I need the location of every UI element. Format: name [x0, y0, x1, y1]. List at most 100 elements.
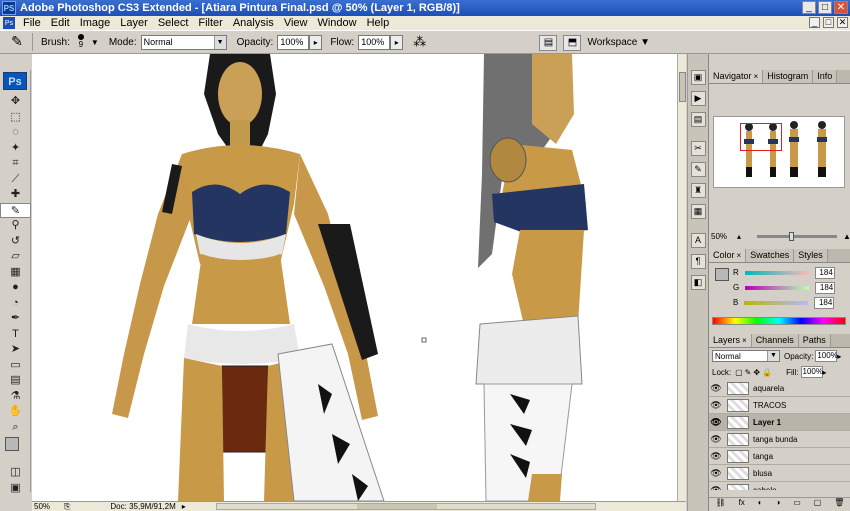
visibility-eye-icon[interactable]: 👁: [709, 434, 723, 445]
notes-tool-icon[interactable]: ▤: [0, 373, 31, 389]
vertical-scrollbar[interactable]: [677, 54, 686, 501]
visibility-eye-icon[interactable]: 👁: [709, 400, 723, 411]
doc-close-button[interactable]: ✕: [837, 17, 848, 28]
mode-select[interactable]: Normal ▼: [140, 34, 227, 50]
opacity-slider-button[interactable]: ▸: [309, 34, 323, 50]
color-foreground-swatch[interactable]: [715, 268, 729, 281]
history-icon[interactable]: ▣: [690, 70, 706, 85]
marquee-tool-icon[interactable]: ⬚: [0, 110, 31, 126]
history-brush-tool-icon[interactable]: ↺: [0, 234, 31, 250]
red-value[interactable]: 184: [814, 266, 835, 279]
document-canvas[interactable]: [32, 54, 677, 501]
stamp-icon[interactable]: ♜: [690, 183, 706, 198]
tab-histogram[interactable]: Histogram: [763, 70, 814, 83]
menu-file[interactable]: File: [18, 17, 46, 29]
visibility-eye-icon[interactable]: 👁: [709, 468, 723, 479]
type-tool-icon[interactable]: T: [0, 327, 31, 343]
status-icon[interactable]: ⎘: [64, 502, 70, 511]
dodge-tool-icon[interactable]: ◔: [0, 296, 31, 312]
actions-icon[interactable]: ▶: [690, 91, 706, 106]
menu-select[interactable]: Select: [153, 17, 194, 29]
blur-tool-icon[interactable]: ●: [0, 280, 31, 296]
layer-row[interactable]: 👁 TRACOS: [709, 397, 850, 414]
scroll-thumb[interactable]: [679, 72, 686, 102]
layer-opacity-input[interactable]: 100%: [815, 350, 838, 362]
eyedropper-tool-icon[interactable]: ⚗: [0, 389, 31, 405]
blue-value[interactable]: 184: [814, 296, 835, 309]
lock-icons[interactable]: ▢✎✥🔒: [735, 368, 774, 377]
clone-stamp-tool-icon[interactable]: ⚲: [0, 218, 31, 234]
menu-edit[interactable]: Edit: [46, 17, 75, 29]
tab-info[interactable]: Info: [813, 70, 838, 83]
lasso-tool-icon[interactable]: ◌: [0, 125, 31, 141]
screen-mode-icon[interactable]: ▣: [0, 481, 31, 497]
fill-input[interactable]: 100%: [800, 366, 823, 378]
tab-styles[interactable]: Styles: [794, 249, 828, 262]
navigator-view-box[interactable]: [740, 123, 782, 151]
tab-paths[interactable]: Paths: [798, 334, 831, 347]
layer-row[interactable]: 👁 aquarela: [709, 380, 850, 397]
menu-view[interactable]: View: [279, 17, 313, 29]
menu-layer[interactable]: Layer: [115, 17, 153, 29]
color-swatches[interactable]: [0, 435, 31, 465]
link-layers-icon[interactable]: ⛓: [715, 498, 725, 509]
menu-filter[interactable]: Filter: [193, 17, 227, 29]
blue-slider[interactable]: [744, 300, 809, 305]
healing-brush-tool-icon[interactable]: ✚: [0, 187, 31, 203]
document-icon[interactable]: Ps: [3, 17, 15, 29]
new-layer-icon[interactable]: ▢: [814, 498, 822, 509]
tab-channels[interactable]: Channels: [751, 334, 799, 347]
zoom-tool-icon[interactable]: ⌕: [0, 420, 31, 436]
brush-tool-icon[interactable]: ✎: [0, 202, 31, 218]
layer-row[interactable]: 👁 tanga: [709, 448, 850, 465]
visibility-eye-icon[interactable]: 👁: [709, 451, 723, 462]
doc-restore-button[interactable]: □: [823, 17, 834, 28]
layer-row[interactable]: 👁 cabelo: [709, 482, 850, 490]
brush-size-picker[interactable]: 9: [73, 32, 89, 52]
doc-minimize-button[interactable]: _: [809, 17, 820, 28]
layer-row[interactable]: 👁 tanga bunda: [709, 431, 850, 448]
hand-tool-icon[interactable]: ✋: [0, 404, 31, 420]
paragraph-icon[interactable]: ¶: [690, 254, 706, 269]
menu-window[interactable]: Window: [312, 17, 361, 29]
maximize-button[interactable]: □: [818, 1, 832, 14]
red-slider[interactable]: [744, 270, 809, 275]
visibility-eye-icon[interactable]: 👁: [709, 485, 723, 491]
gradient-tool-icon[interactable]: ▦: [0, 265, 31, 281]
new-group-icon[interactable]: ▭: [793, 498, 801, 509]
layer-style-icon[interactable]: fx: [739, 498, 745, 509]
move-tool-icon[interactable]: ✥: [0, 94, 31, 110]
zoom-out-icon[interactable]: ▴: [737, 232, 741, 241]
zoom-level[interactable]: 50%: [32, 502, 62, 511]
menu-analysis[interactable]: Analysis: [228, 17, 279, 29]
minimize-button[interactable]: _: [802, 1, 816, 14]
blend-mode-select[interactable]: Normal ▼: [712, 350, 780, 362]
path-selection-tool-icon[interactable]: ➤: [0, 342, 31, 358]
green-slider[interactable]: [745, 285, 810, 290]
layer-mask-icon[interactable]: ◐: [758, 498, 763, 509]
zoom-slider-knob[interactable]: [789, 231, 795, 241]
tool-presets-icon[interactable]: ▤: [539, 34, 558, 51]
brush-presets-icon[interactable]: ▦: [690, 204, 706, 219]
pen-tool-icon[interactable]: ✒: [0, 311, 31, 327]
go-to-bridge-icon[interactable]: ⬒: [563, 34, 582, 51]
clone-source-icon[interactable]: ▤: [690, 112, 706, 127]
shape-tool-icon[interactable]: ▭: [0, 358, 31, 374]
info-dock-icon[interactable]: ◧: [690, 275, 706, 290]
zoom-in-icon[interactable]: ▲: [843, 232, 850, 241]
close-button[interactable]: ✕: [834, 1, 848, 14]
quick-mask-icon[interactable]: ◫: [0, 465, 31, 481]
zoom-slider[interactable]: [757, 231, 838, 241]
brush-preset-icon[interactable]: ✎: [6, 33, 28, 51]
slice-tool-icon[interactable]: ⟋: [0, 172, 31, 188]
tab-color[interactable]: Color ×: [709, 249, 747, 262]
brush-dropdown-icon[interactable]: ▼: [91, 38, 99, 47]
status-menu-icon[interactable]: ▸: [182, 502, 186, 511]
tab-swatches[interactable]: Swatches: [746, 249, 795, 262]
navigator-zoom[interactable]: 50%: [711, 232, 727, 241]
opacity-input[interactable]: 100%: [277, 34, 310, 50]
visibility-eye-icon[interactable]: 👁: [709, 417, 723, 428]
magic-wand-tool-icon[interactable]: ✦: [0, 141, 31, 157]
brushes-icon[interactable]: ✎: [690, 162, 706, 177]
fill-slider-icon[interactable]: ▸: [823, 368, 827, 377]
